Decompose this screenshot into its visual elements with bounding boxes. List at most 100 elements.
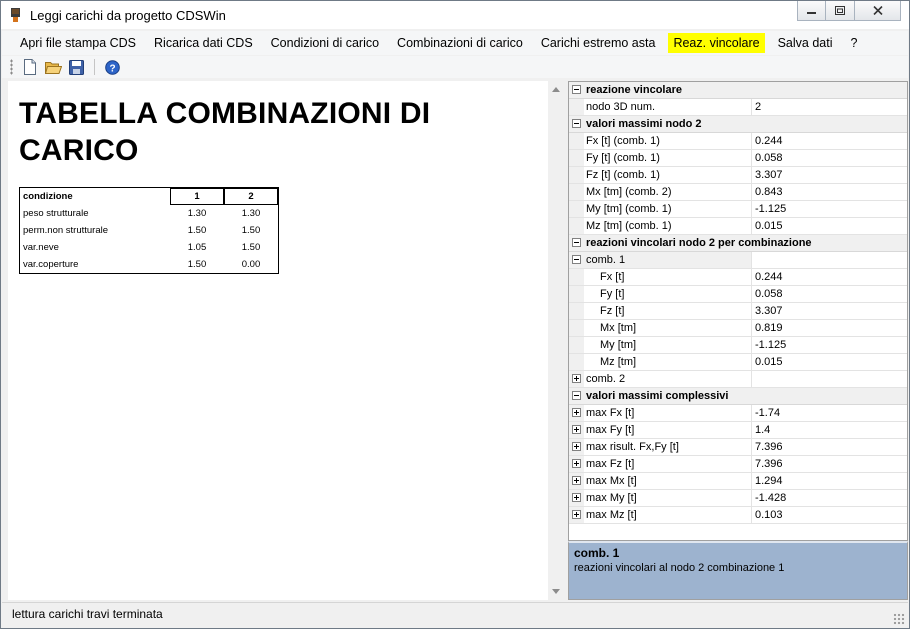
expandable-property-row[interactable]: max Fz [t] 7.396 bbox=[569, 456, 907, 473]
menu-item-2[interactable]: Condizioni di carico bbox=[266, 33, 384, 53]
table-cell: 1.50 bbox=[187, 259, 207, 270]
help-button[interactable]: ? bbox=[101, 57, 123, 77]
row-gutter bbox=[569, 490, 584, 506]
expandable-property-row[interactable]: max Fx [t] -1.74 bbox=[569, 405, 907, 422]
expand-icon[interactable] bbox=[572, 510, 581, 519]
expandable-property-row[interactable]: max Mx [t] 1.294 bbox=[569, 473, 907, 490]
group-value bbox=[752, 252, 907, 268]
collapse-icon[interactable] bbox=[572, 85, 581, 94]
description-text: reazioni vincolari al nodo 2 combinazion… bbox=[574, 562, 785, 574]
property-value[interactable]: 0.058 bbox=[752, 150, 907, 166]
property-value[interactable]: 3.307 bbox=[752, 303, 907, 319]
row-gutter bbox=[569, 133, 584, 149]
property-name: Fx [t] bbox=[584, 269, 752, 285]
property-grid[interactable]: reazione vincolare nodo 3D num. 2 valori ma… bbox=[568, 81, 908, 541]
collapse-icon[interactable] bbox=[572, 391, 581, 400]
property-row[interactable]: My [tm] (comb. 1) -1.125 bbox=[569, 201, 907, 218]
property-value[interactable]: 0.244 bbox=[752, 133, 907, 149]
property-value[interactable]: 3.307 bbox=[752, 167, 907, 183]
resize-grip-icon[interactable] bbox=[893, 613, 905, 625]
expand-icon[interactable] bbox=[572, 493, 581, 502]
row-gutter bbox=[569, 388, 584, 404]
expand-icon[interactable] bbox=[572, 374, 581, 383]
property-row[interactable]: Mx [tm] 0.819 bbox=[569, 320, 907, 337]
expand-icon[interactable] bbox=[572, 476, 581, 485]
table-row-label: perm.non strutturale bbox=[23, 225, 109, 236]
save-button[interactable] bbox=[65, 57, 87, 77]
category-row[interactable]: valori massimi nodo 2 bbox=[569, 116, 907, 133]
collapse-icon[interactable] bbox=[572, 238, 581, 247]
property-value[interactable]: 0.843 bbox=[752, 184, 907, 200]
new-file-button[interactable] bbox=[19, 57, 41, 77]
collapse-icon[interactable] bbox=[572, 119, 581, 128]
row-gutter bbox=[569, 99, 584, 115]
property-value[interactable]: -1.74 bbox=[752, 405, 907, 421]
expand-icon[interactable] bbox=[572, 442, 581, 451]
table-cell: 1.50 bbox=[241, 242, 261, 253]
expandable-property-row[interactable]: max risult. Fx,Fy [t] 7.396 bbox=[569, 439, 907, 456]
property-value[interactable]: -1.125 bbox=[752, 337, 907, 353]
menu-item-7[interactable]: ? bbox=[846, 33, 863, 53]
property-row[interactable]: Fz [t] (comb. 1) 3.307 bbox=[569, 167, 907, 184]
window-title: Leggi carichi da progetto CDSWin bbox=[30, 8, 226, 23]
table-cell: 1.50 bbox=[187, 225, 207, 236]
row-gutter bbox=[569, 371, 584, 387]
menu-item-0[interactable]: Apri file stampa CDS bbox=[15, 33, 141, 53]
property-value[interactable]: 0.103 bbox=[752, 507, 907, 523]
expand-icon[interactable] bbox=[572, 408, 581, 417]
property-value[interactable]: 0.015 bbox=[752, 354, 907, 370]
document-scrollbar[interactable] bbox=[548, 81, 565, 600]
table-row-label: var.coperture bbox=[23, 259, 79, 270]
property-value[interactable]: -1.428 bbox=[752, 490, 907, 506]
property-value[interactable]: 0.015 bbox=[752, 218, 907, 234]
property-row[interactable]: Fx [t] 0.244 bbox=[569, 269, 907, 286]
open-file-button[interactable] bbox=[42, 57, 64, 77]
property-value[interactable]: 7.396 bbox=[752, 456, 907, 472]
category-row[interactable]: valori massimi complessivi bbox=[569, 388, 907, 405]
property-value[interactable]: 2 bbox=[752, 99, 907, 115]
property-row[interactable]: My [tm] -1.125 bbox=[569, 337, 907, 354]
property-row[interactable]: Mx [tm] (comb. 2) 0.843 bbox=[569, 184, 907, 201]
property-value[interactable]: 1.4 bbox=[752, 422, 907, 438]
group-row-comb[interactable]: comb. 1 bbox=[569, 252, 907, 269]
menu-item-5[interactable]: Reaz. vincolare bbox=[668, 33, 765, 53]
property-row[interactable]: Mz [tm] (comb. 1) 0.015 bbox=[569, 218, 907, 235]
minimize-button[interactable] bbox=[797, 1, 826, 21]
expandable-property-row[interactable]: max Mz [t] 0.103 bbox=[569, 507, 907, 524]
property-row[interactable]: Fx [t] (comb. 1) 0.244 bbox=[569, 133, 907, 150]
property-row[interactable]: nodo 3D num. 2 bbox=[569, 99, 907, 116]
toolbar-grip[interactable] bbox=[10, 59, 13, 75]
table-cell: 1.30 bbox=[241, 208, 261, 219]
close-button[interactable] bbox=[855, 1, 901, 21]
row-gutter bbox=[569, 439, 584, 455]
property-value[interactable]: 1.294 bbox=[752, 473, 907, 489]
maximize-button[interactable] bbox=[826, 1, 855, 21]
table-header-col-0: 1 bbox=[170, 188, 224, 205]
scroll-up-arrow-icon[interactable] bbox=[552, 87, 560, 92]
property-row[interactable]: Fy [t] 0.058 bbox=[569, 286, 907, 303]
collapse-icon[interactable] bbox=[572, 255, 581, 264]
group-row-comb[interactable]: comb. 2 bbox=[569, 371, 907, 388]
expand-icon[interactable] bbox=[572, 425, 581, 434]
document-view[interactable]: TABELLA COMBINAZIONI DI CARICO condizion… bbox=[8, 81, 548, 600]
scroll-down-arrow-icon[interactable] bbox=[552, 589, 560, 594]
menu-item-4[interactable]: Carichi estremo asta bbox=[536, 33, 661, 53]
menu-item-3[interactable]: Combinazioni di carico bbox=[392, 33, 528, 53]
property-row[interactable]: Fz [t] 3.307 bbox=[569, 303, 907, 320]
expandable-property-row[interactable]: max Fy [t] 1.4 bbox=[569, 422, 907, 439]
expandable-property-row[interactable]: max My [t] -1.428 bbox=[569, 490, 907, 507]
property-value[interactable]: 0.244 bbox=[752, 269, 907, 285]
category-row[interactable]: reazione vincolare bbox=[569, 82, 907, 99]
menu-item-6[interactable]: Salva dati bbox=[773, 33, 838, 53]
category-row[interactable]: reazioni vincolari nodo 2 per combinazio… bbox=[569, 235, 907, 252]
property-value[interactable]: 0.819 bbox=[752, 320, 907, 336]
property-value[interactable]: 0.058 bbox=[752, 286, 907, 302]
property-value[interactable]: 7.396 bbox=[752, 439, 907, 455]
menu-item-1[interactable]: Ricarica dati CDS bbox=[149, 33, 258, 53]
row-gutter bbox=[569, 473, 584, 489]
property-row[interactable]: Mz [tm] 0.015 bbox=[569, 354, 907, 371]
expand-icon[interactable] bbox=[572, 459, 581, 468]
property-row[interactable]: Fy [t] (comb. 1) 0.058 bbox=[569, 150, 907, 167]
property-value[interactable]: -1.125 bbox=[752, 201, 907, 217]
row-gutter bbox=[569, 507, 584, 523]
